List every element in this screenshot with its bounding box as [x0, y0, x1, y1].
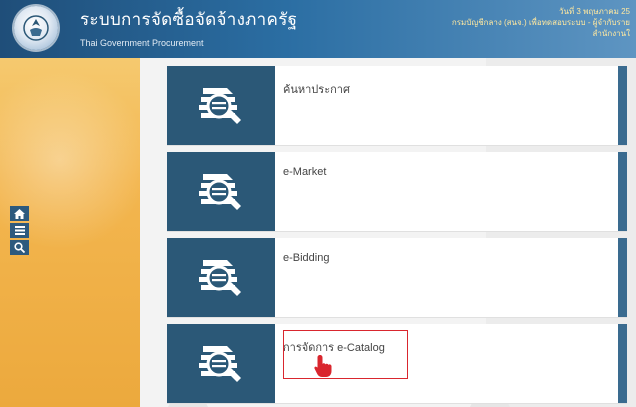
card-accent-stripe: [618, 152, 627, 231]
search-icon[interactable]: [10, 240, 29, 255]
side-toolbar: [10, 206, 29, 255]
menu-label: e-Market: [283, 166, 327, 178]
card-accent-stripe: [618, 238, 627, 317]
home-icon[interactable]: [10, 206, 29, 221]
user-info: วันที่ 3 พฤษภาคม 25 กรมบัญชีกลาง (สนจ.) …: [452, 6, 630, 39]
menu-card-e-market[interactable]: e-Market: [167, 152, 627, 232]
site-subtitle: Thai Government Procurement: [80, 38, 204, 48]
date-text: วันที่ 3 พฤษภาคม 25: [558, 7, 630, 16]
government-seal-icon[interactable]: [14, 6, 58, 50]
hand-pointer-icon: [314, 355, 340, 381]
menu-icon[interactable]: [10, 223, 29, 238]
search-document-icon: [167, 152, 275, 231]
menu-card-e-bidding[interactable]: e-Bidding: [167, 238, 627, 318]
site-title[interactable]: ระบบการจัดซื้อจัดจ้างภาครัฐ: [80, 6, 297, 33]
office-text: สำนักงานใ: [592, 29, 630, 38]
search-document-icon: [167, 324, 275, 403]
highlight-box: [283, 330, 408, 379]
site-header: ระบบการจัดซื้อจัดจ้างภาครัฐ Thai Governm…: [0, 0, 636, 58]
card-accent-stripe: [618, 66, 627, 145]
card-accent-stripe: [618, 324, 627, 403]
left-decorative-background: [0, 0, 150, 407]
menu-card-announcement-search[interactable]: ค้นหาประกาศ: [167, 66, 627, 146]
menu-label: ค้นหาประกาศ: [283, 84, 350, 96]
search-document-icon: [167, 238, 275, 317]
menu-label: e-Bidding: [283, 252, 330, 264]
user-role-text: กรมบัญชีกลาง (สนจ.) เพื่อทดสอบระบบ - ผู้…: [451, 18, 630, 27]
search-document-icon: [167, 66, 275, 145]
